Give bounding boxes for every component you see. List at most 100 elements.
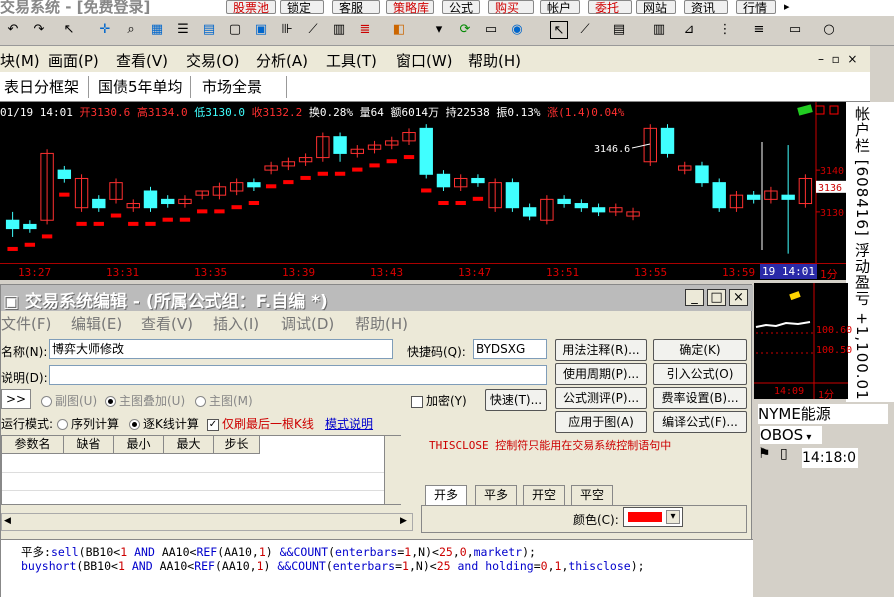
menu-item-4[interactable]: 分析(A) [256,50,308,71]
arrow-icon[interactable]: ↖ [60,21,78,39]
list-icon[interactable]: ☰ [174,21,192,39]
price-chart[interactable]: 3140 3130 3136 3146.6 [0,102,846,280]
h-scrollbar[interactable]: ◀ ▶ [1,513,413,531]
top-button-1[interactable]: 锁定 [280,0,324,15]
order-tab-3[interactable]: 平空 [571,485,614,505]
top-button-7[interactable]: 委托 [588,0,632,15]
doc-icon[interactable]: ▯ [780,446,800,466]
menu-item-1[interactable]: 画面(P) [48,50,99,71]
tab-2[interactable]: 市场全景 [198,76,266,97]
shortcut-input[interactable]: BYDSXG [473,339,547,359]
down-icon[interactable]: ▾ [430,21,448,39]
order-tab-0[interactable]: 开多 [425,485,468,505]
usage-button[interactable]: 用法注释(R)... [555,339,647,361]
undo-icon[interactable]: ↶ [4,21,22,39]
top-button-8[interactable]: 网站 [636,0,676,15]
order-tab-1[interactable]: 平多 [475,485,518,505]
top-scroll-icon[interactable]: ▸ [784,0,790,13]
top-button-9[interactable]: 资讯 [684,0,728,15]
param-table[interactable]: 参数名 缺省 最小 最大 步长 [1,435,401,505]
ruler-icon[interactable]: ⋮ [716,21,734,39]
import-button[interactable]: 引入公式(O) [653,363,747,385]
refresh-last-check[interactable]: ✓ 仅刷最后一根K线 [207,415,314,432]
window-icon[interactable]: ◧ [390,21,408,39]
compile-button[interactable]: 编译公式(F)... [653,411,747,433]
menu-item-2[interactable]: 查看(V) [116,50,168,71]
code-editor[interactable]: 平多:sell(BB10<1 AND AA10<REF(AA10,1) &&CO… [1,539,753,597]
fast-button[interactable]: 快速(T)... [485,389,547,411]
flag-icon[interactable]: ⚑ [758,446,780,466]
close-button[interactable]: × [729,289,748,306]
encrypt-check[interactable]: 加密(Y) [411,392,467,409]
candle-body [660,127,675,154]
name-input[interactable]: 博弈大师修改 [49,339,393,359]
top-button-6[interactable]: 帐户 [540,0,580,15]
line-icon[interactable]: ⟋ [576,21,594,39]
grid-icon[interactable]: ▦ [148,21,166,39]
fib-icon[interactable]: ≡ [750,21,768,39]
top-button-3[interactable]: 策略库 [386,0,434,15]
select-icon[interactable]: ↖ [550,21,568,39]
param-scrollbar[interactable] [384,436,401,504]
box-icon[interactable]: ▢ [226,21,244,39]
menu-item-0[interactable]: 块(M) [0,50,40,71]
top-button-5[interactable]: 购买 [488,0,534,15]
dialog-menu-item-1[interactable]: 编辑(E) [71,313,122,334]
fee-button[interactable]: 费率设置(B)... [653,387,747,409]
circle-icon[interactable]: ○ [820,21,838,39]
order-tab-2[interactable]: 开空 [523,485,566,505]
apply-button[interactable]: 应用于图(A) [555,411,647,433]
columns-icon[interactable]: ▥ [650,21,668,39]
tab-1[interactable]: 国债5年单均 [94,76,187,97]
formula-icon[interactable]: ▣ [252,21,270,39]
top-button-0[interactable]: 股票池 [226,0,276,15]
obos-item[interactable]: OBOS ▾ [760,426,822,444]
radio-main[interactable]: 主图(M) [195,392,253,409]
dialog-menu-item-2[interactable]: 查看(V) [141,313,193,334]
mode-bar-radio[interactable]: 逐K线计算 [129,415,199,432]
top-button-2[interactable]: 客服 [332,0,380,15]
menu-item-3[interactable]: 交易(O) [186,50,240,71]
tab-0[interactable]: 表日分框架 [0,76,83,97]
menu-item-7[interactable]: 帮助(H) [468,50,521,71]
evaluate-button[interactable]: 公式测评(P)... [555,387,647,409]
zoom-icon[interactable]: ⌕ [122,21,140,39]
period-button[interactable]: 使用周期(P)... [555,363,647,385]
mode-help-link[interactable]: 模式说明 [325,415,373,432]
minimize-button[interactable]: _ [685,289,704,306]
ok-button[interactable]: 确定(K) [653,339,747,361]
help-icon[interactable]: ◉ [508,21,526,39]
fan-icon[interactable]: ⊿ [680,21,698,39]
dialog-menu-item-3[interactable]: 插入(I) [213,313,259,334]
dialog-menu-item-0[interactable]: 文件(F) [1,313,51,334]
desc-input[interactable] [49,365,547,385]
rect-icon[interactable]: ▭ [786,21,804,39]
nyme-item[interactable]: NYME能源 [758,404,888,424]
dialog-menu-item-4[interactable]: 调试(D) [281,313,334,334]
small-chart[interactable]: 100.60 100.50 14:09 1分 [754,283,852,401]
text-icon[interactable]: ▤ [610,21,628,39]
top-button-10[interactable]: 行情 [736,0,776,15]
top-button-4[interactable]: 公式 [442,0,480,15]
code-token: AA10 [224,545,252,559]
refresh-icon[interactable]: ⟳ [456,21,474,39]
menu-item-6[interactable]: 窗口(W) [396,50,453,71]
bars-icon[interactable]: ≣ [356,21,374,39]
crosshair-icon[interactable]: ✛ [96,21,114,39]
save-icon[interactable]: ▭ [482,21,500,39]
redo-icon[interactable]: ↷ [30,21,48,39]
window-controls[interactable]: – ▫ × [818,52,857,66]
candle-icon[interactable]: ⊪ [278,21,296,39]
expand-button[interactable]: >> [1,389,31,409]
mode-seq-radio[interactable]: 序列计算 [57,415,119,432]
radio-main-overlay[interactable]: 主图叠加(U) [105,392,185,409]
radio-sub[interactable]: 副图(U) [41,392,97,409]
dialog-menu-item-5[interactable]: 帮助(H) [355,313,408,334]
trend-icon[interactable]: ⟋ [304,21,322,39]
quote-turnover: 换0.28% [308,106,360,119]
table-icon[interactable]: ▥ [330,21,348,39]
color-picker[interactable]: ▾ [623,507,683,527]
calc-icon[interactable]: ▤ [200,21,218,39]
menu-item-5[interactable]: 工具(T) [326,50,377,71]
maximize-button[interactable]: □ [707,289,726,306]
